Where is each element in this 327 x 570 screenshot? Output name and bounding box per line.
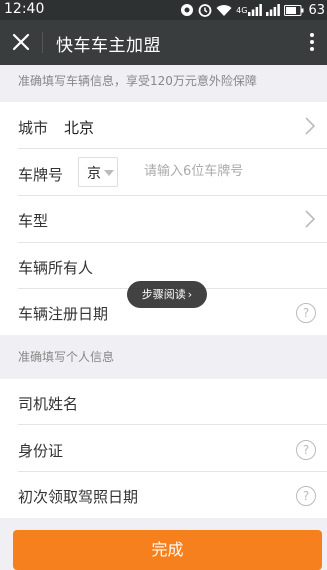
city-label: 城市 xyxy=(18,119,49,137)
plate-row: 车牌号 京 xyxy=(0,149,327,196)
license-date-row[interactable]: 初次领取驾照日期 ? xyxy=(0,472,327,518)
province-value: 京 xyxy=(87,166,101,182)
close-icon[interactable] xyxy=(10,31,32,53)
personal-section-header: 准确填写个人信息 xyxy=(0,335,327,379)
license-date-label: 初次领取驾照日期 xyxy=(18,488,139,506)
submit-button[interactable]: 完成 xyxy=(13,530,322,570)
battery-level-text: 63 xyxy=(308,2,325,18)
registration-date-label: 车辆注册日期 xyxy=(18,305,109,323)
signal-icon-1 xyxy=(248,4,263,16)
status-bar: 12:40 4G 63 xyxy=(0,0,327,20)
signal-icon-2 xyxy=(266,4,281,16)
nav-divider xyxy=(42,32,43,53)
dropdown-caret-icon xyxy=(104,170,114,176)
chevron-right-icon xyxy=(305,210,316,228)
network-type-text: 4G xyxy=(236,5,248,15)
alarm-icon xyxy=(198,4,212,17)
nav-bar: 快车车主加盟 xyxy=(0,20,327,65)
page-title: 快车车主加盟 xyxy=(56,36,161,56)
wifi-icon xyxy=(216,4,232,16)
vehicle-section-hint: 准确填写车辆信息，享受120万元意外险保障 xyxy=(18,74,257,88)
help-question-icon[interactable]: ? xyxy=(296,440,316,460)
model-label: 车型 xyxy=(18,212,49,230)
id-card-label: 身份证 xyxy=(18,442,64,460)
battery-icon xyxy=(284,4,304,16)
step-reading-toast[interactable]: 步骤阅读 › xyxy=(127,281,207,308)
province-select[interactable]: 京 xyxy=(78,157,118,187)
model-row[interactable]: 车型 xyxy=(0,196,327,243)
city-value: 北京 xyxy=(64,119,95,137)
city-row[interactable]: 城市 北京 xyxy=(0,102,327,149)
status-time: 12:40 xyxy=(4,1,45,17)
owner-label: 车辆所有人 xyxy=(18,259,94,277)
personal-section-hint: 准确填写个人信息 xyxy=(18,350,115,364)
camera-notification-icon xyxy=(181,4,194,16)
more-options-icon[interactable] xyxy=(308,33,316,53)
driver-name-label: 司机姓名 xyxy=(18,395,79,413)
help-question-icon[interactable]: ? xyxy=(296,486,316,506)
id-card-row[interactable]: 身份证 ? xyxy=(0,425,327,472)
plate-label: 车牌号 xyxy=(18,166,64,184)
toast-text: 步骤阅读 xyxy=(141,288,186,301)
plate-number-input[interactable] xyxy=(138,159,314,183)
status-icons: 4G 63 xyxy=(180,0,327,20)
driver-name-row[interactable]: 司机姓名 xyxy=(0,379,327,425)
vehicle-section-header: 准确填写车辆信息，享受120万元意外险保障 xyxy=(0,65,327,102)
help-question-icon[interactable]: ? xyxy=(296,303,316,323)
chevron-right-icon xyxy=(305,117,316,135)
